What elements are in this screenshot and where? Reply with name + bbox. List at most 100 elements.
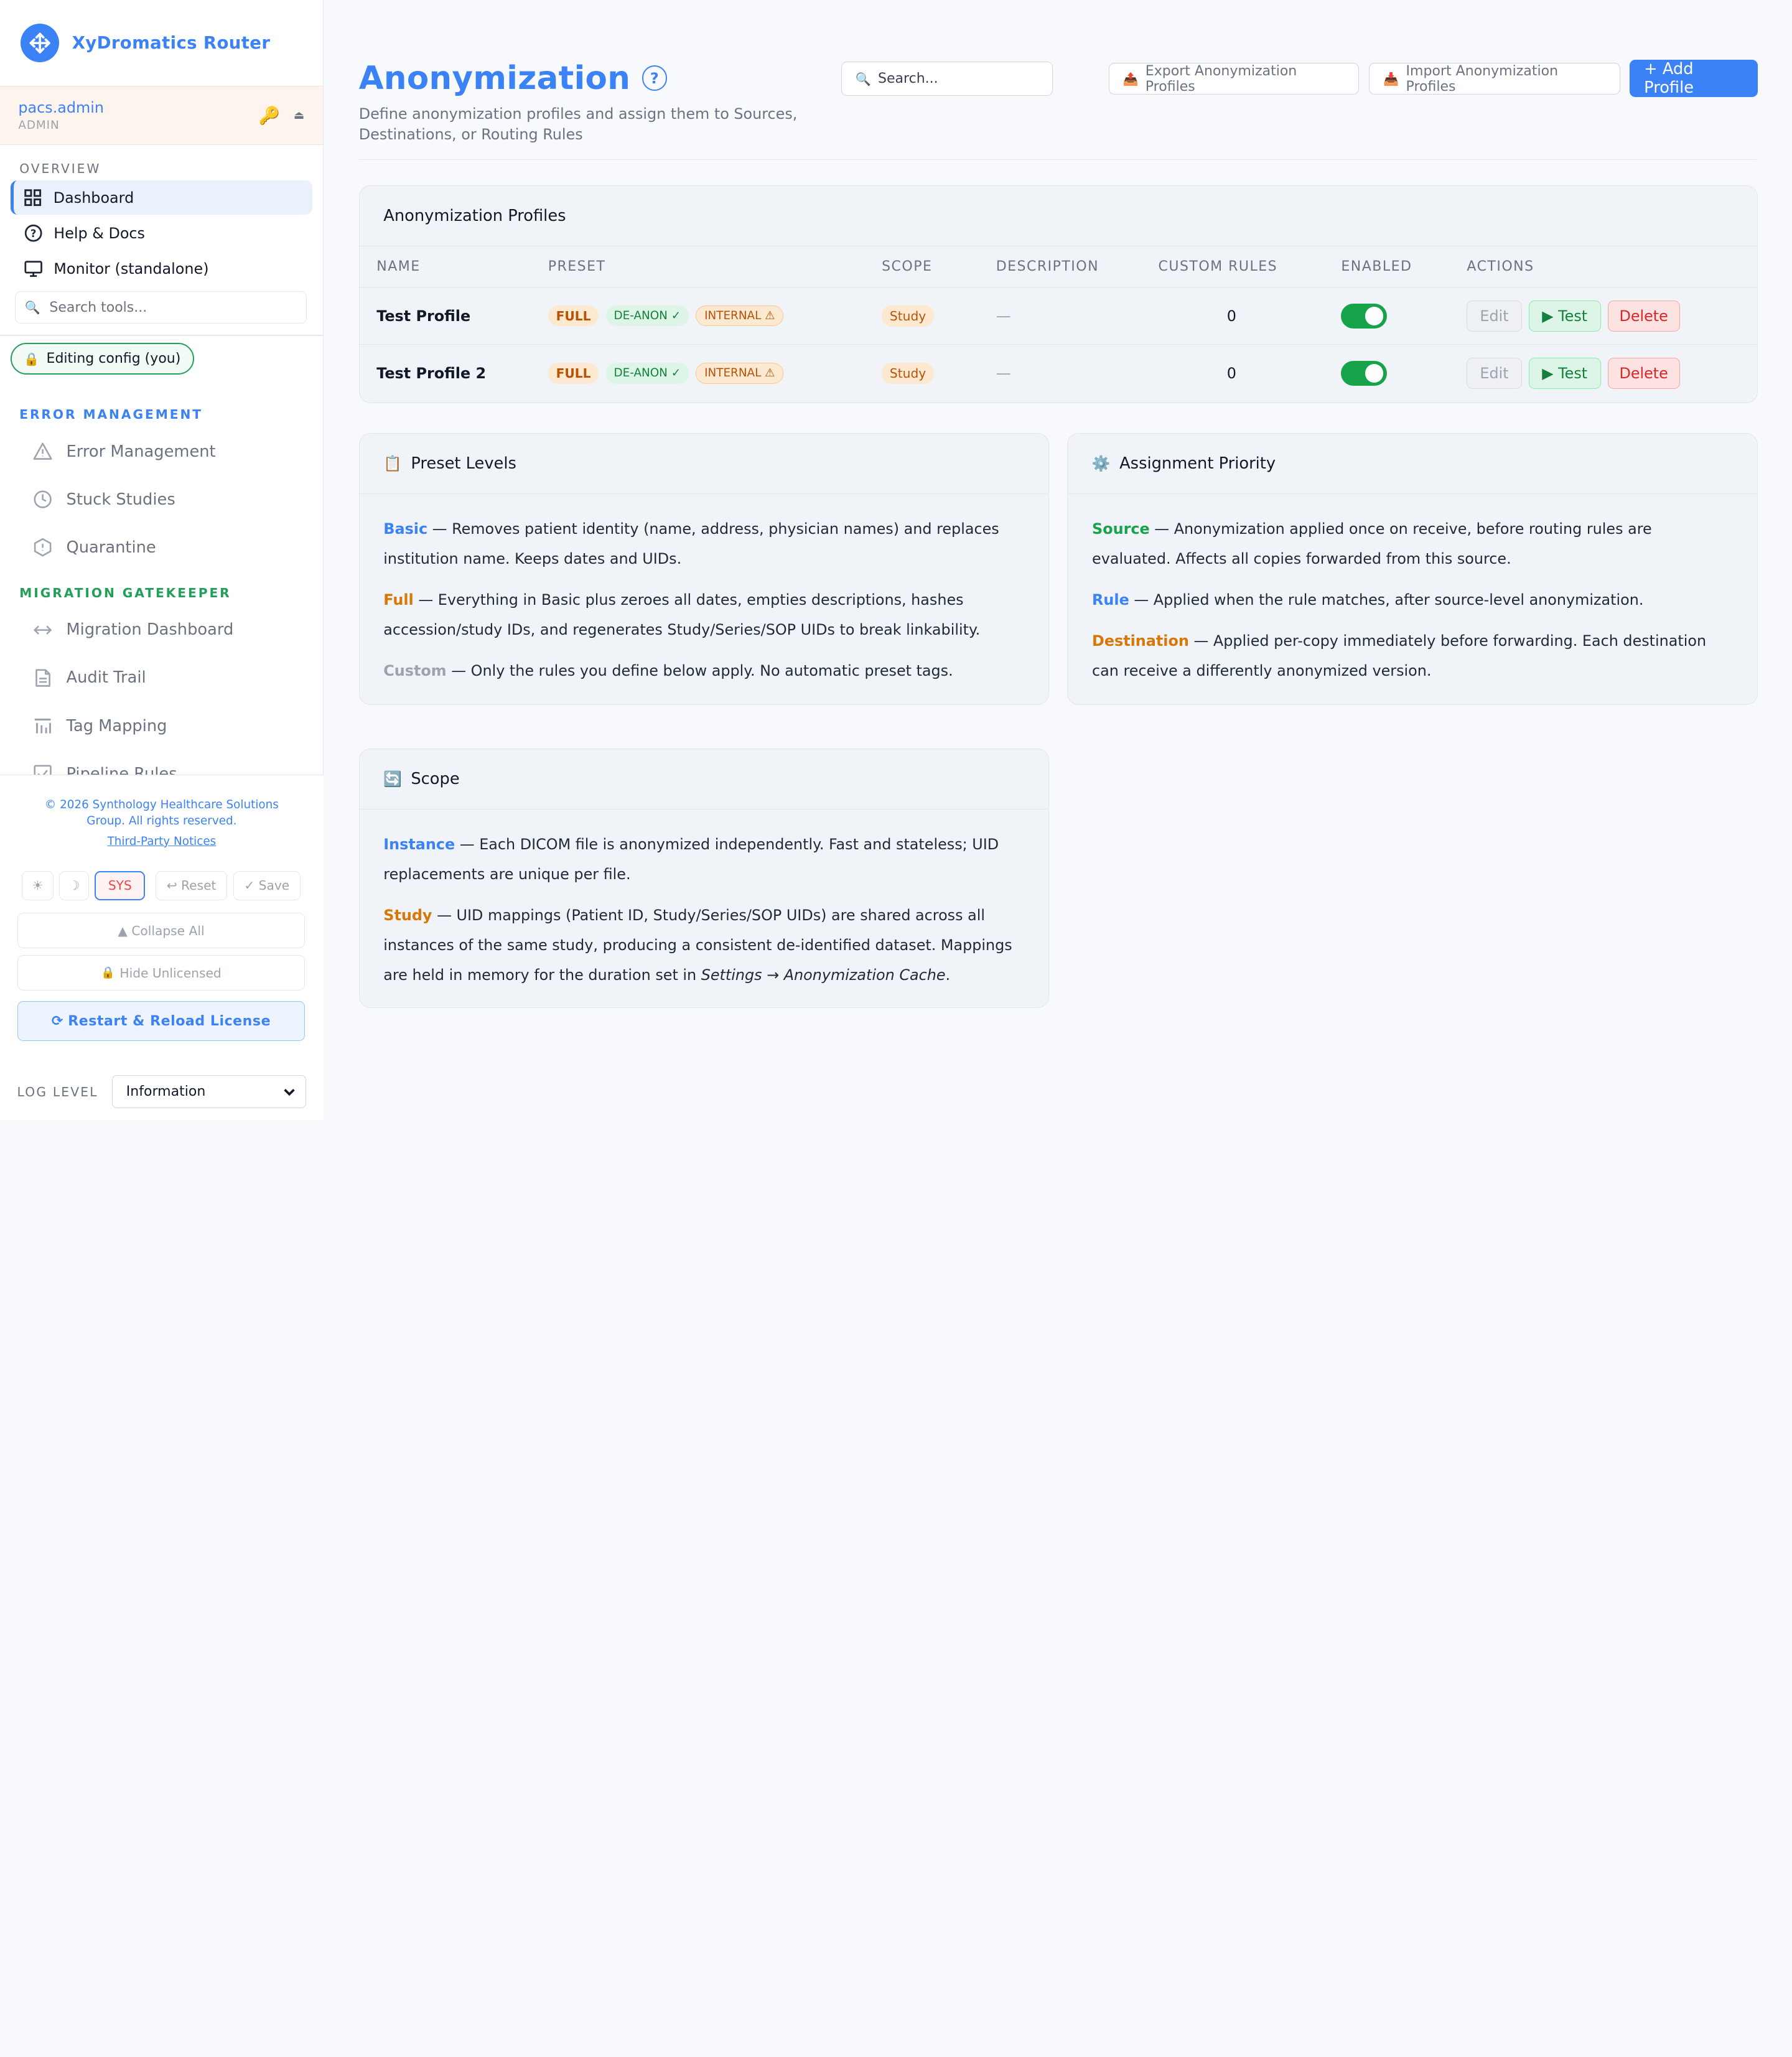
page-search-input[interactable] — [877, 71, 1038, 87]
col-preset[interactable]: PRESET — [548, 246, 882, 288]
sidebar: XyDromatics Router pacs.admin ADMIN 🔑 ⏏ … — [0, 0, 324, 1120]
nav-monitor-label: Monitor (standalone) — [54, 259, 209, 278]
nav-migration-dashboard-label: Migration Dashboard — [66, 620, 234, 640]
nav-monitor[interactable]: Monitor (standalone) — [11, 251, 313, 286]
preset-badge: FULL — [548, 306, 599, 327]
shield-icon — [34, 538, 52, 557]
preset-full-key: Full — [383, 591, 414, 609]
copyright-line-1: © 2026 Synthology Healthcare Solutions — [44, 798, 279, 812]
nav-error-management[interactable]: Error Management — [0, 427, 323, 475]
log-level-select[interactable]: Information — [111, 1075, 306, 1109]
table-row: Test Profile 2 FULL DE-ANON ✓ INTERNAL ⚠… — [360, 345, 1757, 402]
document-icon — [35, 669, 51, 687]
light-theme-button[interactable]: ☀ — [21, 870, 54, 901]
svg-text:?: ? — [30, 228, 36, 240]
enabled-toggle[interactable] — [1341, 303, 1387, 329]
add-profile-button[interactable]: + Add Profile — [1630, 59, 1758, 98]
tools-search-input[interactable] — [49, 299, 278, 315]
page-search[interactable]: 🔍 — [841, 62, 1053, 96]
collapse-all-button[interactable]: ▲ Collapse All — [17, 913, 306, 949]
nav-quarantine[interactable]: Quarantine — [0, 523, 323, 571]
scope-instance-key: Instance — [383, 836, 455, 854]
test-button[interactable]: ▶ Test — [1528, 301, 1601, 332]
scope-study-key: Study — [383, 907, 432, 925]
refresh-icon: ⟳ — [51, 1013, 63, 1029]
editing-config-badge: 🔒 Editing config (you) — [10, 343, 195, 375]
nav-pipeline-rules[interactable]: Pipeline Rules — [0, 750, 323, 778]
arrows-horizontal-icon — [34, 625, 52, 635]
table-row: Test Profile FULL DE-ANON ✓ INTERNAL ⚠ S… — [359, 287, 1757, 345]
monitor-icon — [24, 261, 42, 277]
log-level-label: LOG LEVEL — [17, 1084, 98, 1099]
nav-stuck-studies-label: Stuck Studies — [66, 490, 175, 509]
sidebar-footer: © 2026 Synthology Healthcare Solutions G… — [0, 775, 324, 1120]
preset-basic-key: Basic — [383, 520, 428, 538]
edit-button[interactable]: Edit — [1467, 358, 1522, 389]
migration-section-label: MIGRATION GATEKEEPER — [19, 585, 231, 600]
user-name[interactable]: pacs.admin — [18, 99, 104, 116]
overview-section-label: OVERVIEW — [19, 161, 101, 176]
save-button[interactable]: ✓ Save — [233, 870, 301, 901]
preset-levels-card: 📋 Preset Levels Basic — Removes patient … — [358, 433, 1050, 706]
dark-theme-button[interactable]: ☽ — [59, 870, 90, 901]
priority-rule: Rule — Applied when the rule matches, af… — [1092, 585, 1733, 615]
col-description[interactable]: DESCRIPTION — [996, 246, 1159, 288]
enabled-toggle[interactable] — [1341, 360, 1387, 386]
test-button[interactable]: ▶ Test — [1528, 358, 1601, 389]
scope-badge: Study — [882, 305, 935, 327]
clock-icon — [34, 490, 52, 508]
table-header-row: NAME PRESET SCOPE DESCRIPTION CUSTOM RUL… — [359, 246, 1757, 288]
brand[interactable]: XyDromatics Router — [0, 0, 323, 86]
nav-tag-mapping[interactable]: Tag Mapping — [0, 702, 323, 750]
de-anon-badge: DE-ANON ✓ — [605, 306, 689, 327]
third-party-notices-link[interactable]: Third-Party Notices — [0, 835, 324, 848]
priority-source-text: — Anonymization applied once on receive,… — [1092, 520, 1652, 568]
col-custom-rules[interactable]: CUSTOM RULES — [1158, 246, 1342, 288]
help-icon[interactable]: ? — [642, 65, 667, 91]
delete-button[interactable]: Delete — [1607, 301, 1680, 332]
nav-audit-trail[interactable]: Audit Trail — [0, 654, 323, 702]
nav-help-docs[interactable]: ? Help & Docs — [11, 216, 313, 250]
hide-unlicensed-button[interactable]: 🔒 Hide Unlicensed — [17, 955, 306, 991]
col-scope[interactable]: SCOPE — [882, 246, 996, 288]
profile-description: — — [996, 364, 1011, 382]
import-profiles-button[interactable]: 📥 Import Anonymization Profiles — [1369, 63, 1621, 95]
export-profiles-button[interactable]: 📤 Export Anonymization Profiles — [1108, 63, 1359, 95]
custom-rules-count: 0 — [1158, 287, 1342, 345]
export-icon: 📤 — [1122, 71, 1139, 86]
refresh-icon: 🔄 — [383, 770, 402, 788]
search-icon: 🔍 — [855, 71, 871, 86]
profile-name: Test Profile 2 — [376, 364, 487, 382]
tools-search[interactable]: 🔍 — [14, 291, 307, 324]
nav-migration-dashboard[interactable]: Migration Dashboard — [0, 606, 323, 654]
warning-triangle-icon — [33, 442, 52, 460]
internal-badge: INTERNAL ⚠ — [696, 306, 784, 327]
import-icon: 📥 — [1383, 71, 1399, 86]
nav-stuck-studies[interactable]: Stuck Studies — [0, 475, 323, 523]
nav-dashboard[interactable]: Dashboard — [10, 180, 313, 215]
logout-icon[interactable]: ⏏ — [294, 109, 304, 122]
priority-rule-text: — Applied when the rule matches, after s… — [1129, 591, 1644, 609]
user-role: ADMIN — [18, 118, 60, 132]
system-theme-button[interactable]: SYS — [95, 870, 146, 901]
hide-unlicensed-label: Hide Unlicensed — [119, 965, 222, 981]
priority-destination: Destination — Applied per-copy immediate… — [1092, 627, 1733, 686]
key-icon[interactable]: 🔑 — [259, 105, 280, 126]
restart-reload-license-button[interactable]: ⟳ Restart & Reload License — [17, 1001, 306, 1042]
col-name[interactable]: NAME — [359, 246, 548, 288]
preset-badge: FULL — [548, 363, 599, 384]
priority-source-key: Source — [1092, 520, 1150, 538]
restart-label: Restart & Reload License — [68, 1013, 271, 1029]
reset-button[interactable]: ↩ Reset — [155, 870, 228, 901]
scope-instance-text: — Each DICOM file is anonymized independ… — [383, 836, 999, 884]
priority-destination-key: Destination — [1092, 632, 1189, 650]
bar-chart-icon — [35, 718, 52, 734]
edit-button[interactable]: Edit — [1467, 301, 1522, 332]
delete-button[interactable]: Delete — [1607, 358, 1680, 389]
lock-icon: 🔒 — [24, 351, 40, 366]
col-enabled[interactable]: ENABLED — [1341, 246, 1467, 288]
scope-badge: Study — [882, 362, 935, 385]
app-window: XyDromatics Router pacs.admin ADMIN 🔑 ⏏ … — [0, 0, 1792, 1120]
chevron-down-icon — [284, 1088, 295, 1096]
nav-dashboard-label: Dashboard — [53, 189, 134, 207]
